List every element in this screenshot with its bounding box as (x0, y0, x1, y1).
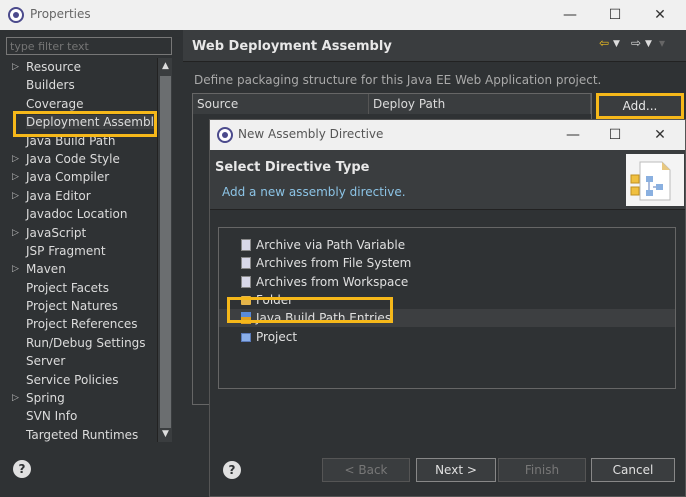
tree-item[interactable]: Service Policies (6, 371, 156, 389)
directive-label: Project (256, 329, 298, 344)
minimize-button[interactable]: — (555, 4, 585, 26)
tree-item-label: Java Compiler (26, 170, 110, 185)
tree-item[interactable]: ▷ Spring (6, 389, 156, 407)
dialog-minimize-button[interactable]: — (558, 124, 588, 146)
back-button[interactable]: < Back (322, 458, 410, 482)
project-icon (241, 332, 251, 342)
eclipse-icon (217, 127, 233, 143)
tree-item-label: Project References (26, 317, 138, 332)
expand-arrow-icon[interactable]: ▷ (12, 187, 19, 205)
dialog-title: New Assembly Directive (238, 127, 384, 141)
column-deploy-path[interactable]: Deploy Path (369, 94, 591, 114)
archive-icon (241, 275, 251, 288)
scroll-thumb[interactable] (160, 76, 171, 428)
expand-arrow-icon[interactable]: ▷ (12, 224, 19, 242)
tree-item[interactable]: Javadoc Location (6, 205, 156, 223)
tree-item-label: Builders (26, 78, 75, 93)
wizard-header: Select Directive Type Add a new assembly… (210, 150, 685, 210)
next-button[interactable]: Next > (416, 458, 496, 482)
column-source[interactable]: Source (193, 94, 369, 114)
eclipse-icon (8, 7, 24, 23)
wizard-banner-icon (626, 154, 684, 206)
tree-item[interactable]: ▷ Resource (6, 58, 156, 76)
wizard-title: Select Directive Type (215, 160, 370, 175)
dialog-close-button[interactable]: ✕ (645, 124, 675, 146)
page-description: Define packaging structure for this Java… (194, 73, 602, 87)
tree-item-label: Spring (26, 391, 65, 406)
tree-item-label: Server (26, 354, 66, 369)
scroll-down-icon[interactable]: ▼ (158, 426, 173, 442)
tree-item[interactable]: ▷ Java Compiler (6, 168, 156, 186)
close-button[interactable]: ✕ (645, 4, 675, 26)
tree-item[interactable]: SVN Info (6, 407, 156, 425)
dialog-maximize-button[interactable]: ☐ (600, 124, 630, 146)
directive-list-item[interactable]: Archive via Path Variable (219, 236, 675, 254)
directive-label: Archives from Workspace (256, 274, 409, 289)
menu-icon[interactable]: ▾ (659, 36, 665, 50)
finish-button[interactable]: Finish (498, 458, 586, 482)
tree-item[interactable]: Targeted Runtimes (6, 426, 156, 442)
tree-item[interactable]: JSP Fragment (6, 242, 156, 260)
deployment-assembly-highlight (13, 111, 157, 137)
tree-item-label: Maven (26, 262, 66, 277)
tree-item-label: Coverage (26, 96, 84, 111)
archive-icon (241, 239, 251, 251)
expand-arrow-icon[interactable]: ▷ (12, 150, 19, 168)
tree-item-label: SVN Info (26, 409, 78, 424)
tree-item-label: Java Editor (26, 188, 91, 203)
add-button[interactable]: Add... (596, 93, 684, 119)
filter-input[interactable] (6, 37, 172, 55)
directive-label: Archives from File System (256, 256, 412, 271)
properties-nav-pane: ▷ResourceBuildersCoverageDeployment Asse… (0, 30, 183, 497)
dialog-titlebar: New Assembly Directive — ☐ ✕ (210, 120, 685, 150)
expand-arrow-icon[interactable]: ▷ (12, 168, 19, 186)
page-title: Web Deployment Assembly (192, 39, 392, 54)
tree-item-label: Project Natures (26, 299, 118, 314)
expand-arrow-icon[interactable]: ▷ (12, 389, 19, 407)
tree-item[interactable]: Project Natures (6, 297, 156, 315)
tree-item[interactable]: Project References (6, 315, 156, 333)
tree-item[interactable]: Run/Debug Settings (6, 334, 156, 352)
directive-list-item[interactable]: Archives from File System (219, 254, 675, 272)
maximize-button[interactable]: ☐ (600, 4, 630, 26)
back-dropdown-icon[interactable]: ▼ (613, 39, 620, 49)
tree-item-label: Resource (26, 60, 82, 74)
tree-item[interactable]: ▷ JavaScript (6, 224, 156, 242)
expand-arrow-icon[interactable]: ▷ (12, 58, 19, 76)
tree-item[interactable]: ▷ Maven (6, 260, 156, 278)
tree-item-label: Project Facets (26, 280, 109, 295)
help-icon[interactable]: ? (13, 460, 31, 478)
tree-item[interactable]: Server (6, 352, 156, 370)
properties-titlebar: Properties — ☐ ✕ (0, 0, 686, 30)
forward-arrow-icon[interactable]: ⇨ (631, 36, 641, 50)
tree-item[interactable]: Builders (6, 76, 156, 94)
tree-scrollbar[interactable]: ▲ ▼ (157, 58, 172, 442)
back-arrow-icon[interactable]: ⇦ (599, 36, 609, 50)
java-build-path-entries-highlight (227, 297, 393, 323)
tree-item-label: Javadoc Location (26, 207, 128, 222)
cancel-button[interactable]: Cancel (591, 458, 675, 482)
directive-list-item[interactable]: Archives from Workspace (219, 273, 675, 291)
tree-item-label: Targeted Runtimes (26, 427, 139, 442)
tree-item-label: Java Code Style (26, 151, 120, 166)
window-title: Properties (30, 7, 91, 21)
wizard-subtitle: Add a new assembly directive. (222, 185, 406, 199)
directive-list-item[interactable]: Project (219, 328, 675, 346)
tree-item-label: JSP Fragment (26, 243, 106, 258)
tree-item-label: JavaScript (26, 225, 87, 240)
tree-item-label: Run/Debug Settings (26, 335, 146, 350)
tree-item[interactable]: Project Facets (6, 279, 156, 297)
directive-label: Archive via Path Variable (256, 238, 406, 252)
page-header: Web Deployment Assembly ⇦ ▼ ⇨ ▼ ▾ (183, 30, 686, 62)
tree-item-label: Service Policies (26, 372, 119, 387)
scroll-up-icon[interactable]: ▲ (158, 58, 173, 74)
tree-item[interactable]: ▷ Java Editor (6, 187, 156, 205)
dialog-help-icon[interactable]: ? (223, 461, 241, 479)
expand-arrow-icon[interactable]: ▷ (12, 260, 19, 278)
tree-item[interactable]: ▷ Java Code Style (6, 150, 156, 168)
archive-icon (241, 257, 251, 270)
dialog-footer: ? < Back Next > Finish Cancel (210, 450, 685, 496)
forward-dropdown-icon[interactable]: ▼ (645, 39, 652, 49)
